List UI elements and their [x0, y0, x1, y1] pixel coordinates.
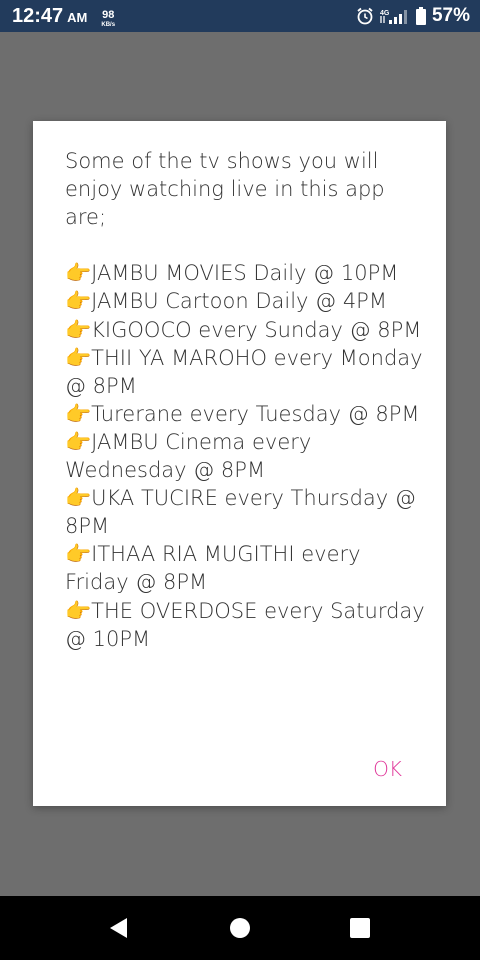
recents-icon[interactable]: [348, 916, 372, 940]
network-speed: 98 KB/s: [101, 9, 116, 29]
battery-icon: [415, 7, 426, 25]
signal-icon: 4G: [380, 7, 410, 25]
status-bar: 12:47 AM 98 KB/s 4G 57%: [0, 0, 480, 32]
navigation-bar: [0, 896, 480, 960]
battery-percent: 57%: [431, 5, 470, 26]
network-speed-unit: KB/s: [101, 22, 116, 28]
home-icon[interactable]: [228, 916, 252, 940]
dialog-message: Some of the tv shows you will enjoy watc…: [65, 149, 425, 651]
alarm-icon: [356, 7, 374, 25]
status-left: 12:47 AM 98 KB/s: [12, 4, 115, 28]
network-speed-value: 98: [102, 9, 115, 21]
network-type-label: 4G: [380, 10, 390, 17]
status-right: 4G 57%: [356, 4, 470, 28]
clock-ampm: AM: [67, 10, 88, 25]
tv-shows-dialog: Some of the tv shows you will enjoy watc…: [33, 121, 446, 806]
clock-time: 12:47: [12, 5, 64, 27]
ok-button[interactable]: OK: [373, 757, 402, 781]
back-icon[interactable]: [107, 916, 131, 940]
